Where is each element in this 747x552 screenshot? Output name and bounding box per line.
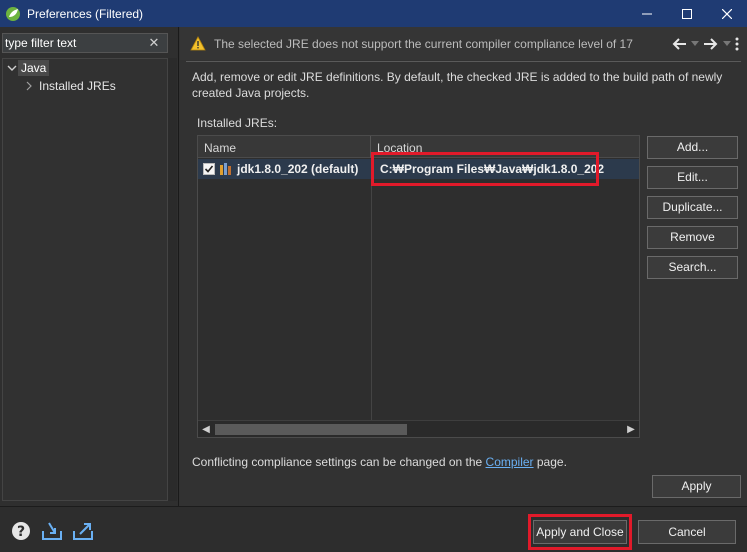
window-title: Preferences (Filtered) [27,6,144,21]
tree-item-java[interactable]: Java [3,59,167,77]
page-navigation [671,37,739,51]
column-header-location[interactable]: Location [371,136,639,158]
jre-library-icon [220,163,231,175]
sidebar-scrollbar[interactable] [168,58,177,501]
filter-box: ✕ [2,33,168,53]
compliance-note-suffix: page. [533,455,567,469]
chevron-right-icon[interactable] [23,80,35,92]
svg-text:?: ? [17,524,25,540]
remove-button[interactable]: Remove [647,226,738,249]
import-icon[interactable] [41,520,63,542]
minimize-icon [642,13,652,14]
compliance-note: Conflicting compliance settings can be c… [192,455,567,469]
apply-and-close-button[interactable]: Apply and Close [533,520,627,544]
cancel-button[interactable]: Cancel [638,520,736,544]
column-divider [371,158,372,420]
close-button[interactable] [707,0,747,27]
scrollbar-thumb[interactable] [215,424,407,435]
tree-item-label: Java [18,60,50,76]
edit-button[interactable]: Edit... [647,166,738,189]
maximize-button[interactable] [667,0,707,27]
apply-button[interactable]: Apply [652,475,741,498]
forward-arrow-icon[interactable] [703,37,719,51]
chevron-down-icon[interactable] [6,62,18,74]
jre-default-checkbox[interactable] [203,163,215,175]
table-header: Name Location [198,136,639,158]
filter-input[interactable] [3,36,145,50]
installed-jres-table: Name Location jdk1.8.0_202 (default) C:₩… [197,135,640,438]
export-icon[interactable] [72,520,94,542]
eclipse-spring-icon [6,6,20,21]
column-header-name[interactable]: Name [198,136,371,158]
duplicate-button[interactable]: Duplicate... [647,196,738,219]
compliance-note-text: Conflicting compliance settings can be c… [192,455,486,469]
header-divider [186,61,741,62]
help-icon[interactable]: ? [10,520,32,542]
back-dropdown-icon[interactable] [691,40,699,47]
table-horizontal-scrollbar[interactable]: ◀ ▶ [198,420,639,437]
search-button[interactable]: Search... [647,256,738,279]
compiler-link[interactable]: Compiler [486,455,534,469]
jre-name: jdk1.8.0_202 (default) [237,162,359,176]
tree-item-label: Installed JREs [39,79,116,93]
back-arrow-icon[interactable] [671,37,687,51]
close-icon [722,8,732,19]
dialog-footer: ? Apply and Close Cancel [0,506,747,552]
page-message-bar: The selected JRE does not support the cu… [180,27,747,60]
installed-jres-label: Installed JREs: [197,116,278,130]
title-bar: Preferences (Filtered) [0,0,747,27]
preference-tree: Java Installed JREs [2,58,168,501]
clear-filter-icon[interactable]: ✕ [145,35,163,51]
view-menu-icon[interactable] [735,37,739,51]
warning-icon [190,35,206,50]
jre-location: C:₩Program Files₩Java₩jdk1.8.0_202 [380,162,605,176]
jre-name-cell: jdk1.8.0_202 (default) [203,159,358,179]
minimize-button[interactable] [627,0,667,27]
preferences-sidebar: ✕ Java Installed JREs [0,27,179,506]
scroll-right-icon[interactable]: ▶ [625,423,637,435]
add-button[interactable]: Add... [647,136,738,159]
page-message: The selected JRE does not support the cu… [214,36,633,51]
scroll-left-icon[interactable]: ◀ [200,423,212,435]
forward-dropdown-icon[interactable] [723,40,731,47]
table-row[interactable]: jdk1.8.0_202 (default) C:₩Program Files₩… [198,159,639,179]
page-description: Add, remove or edit JRE definitions. By … [192,70,723,100]
tree-item-installed-jres[interactable]: Installed JREs [3,77,167,95]
maximize-icon [682,8,692,19]
